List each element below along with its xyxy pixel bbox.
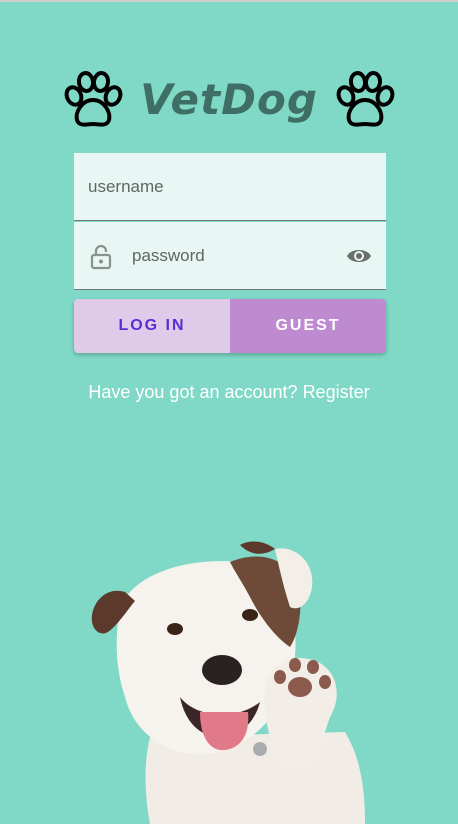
login-button[interactable]: LOG IN xyxy=(74,299,230,353)
app-title: VetDog xyxy=(140,75,318,124)
paw-icon xyxy=(64,71,123,127)
register-question: Have you got an account? xyxy=(88,382,298,402)
password-field xyxy=(74,222,386,290)
password-input[interactable] xyxy=(132,222,332,290)
guest-button[interactable]: GUEST xyxy=(230,299,386,353)
app-header: VetDog xyxy=(0,68,458,132)
username-input[interactable] xyxy=(88,153,368,221)
register-link[interactable]: Register xyxy=(303,382,370,402)
action-buttons: LOG IN GUEST xyxy=(74,299,386,353)
dog-image xyxy=(91,541,365,824)
eye-icon[interactable] xyxy=(346,246,372,266)
lock-icon xyxy=(90,244,112,270)
username-field xyxy=(74,153,386,221)
register-prompt: Have you got an account? Register xyxy=(0,382,458,403)
paw-icon xyxy=(336,71,395,127)
